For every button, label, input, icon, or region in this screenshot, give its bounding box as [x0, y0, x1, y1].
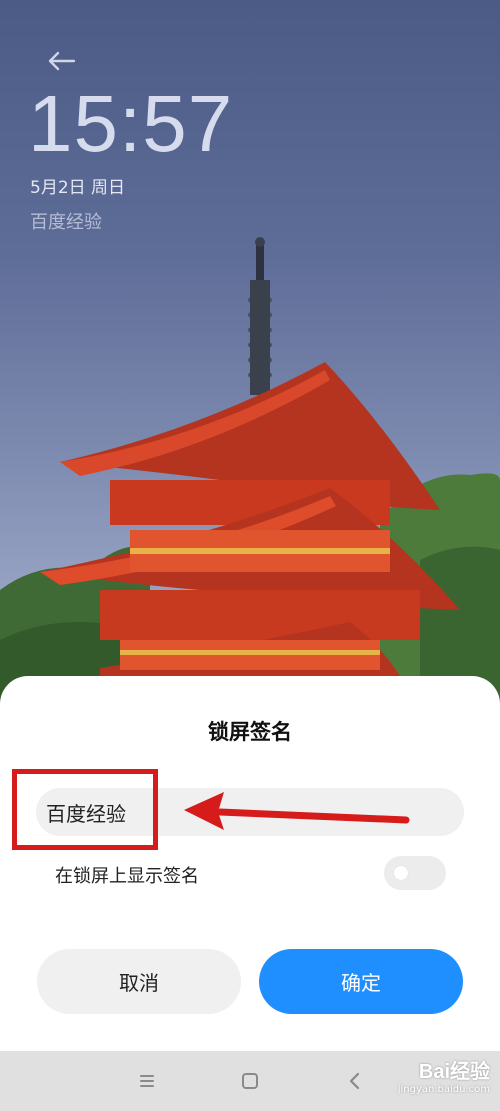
- lockscreen-signature-preview: 百度经验: [30, 212, 102, 233]
- annotation-highlight-box: [12, 769, 158, 850]
- back-arrow-icon[interactable]: [44, 44, 78, 78]
- dialog-title: 锁屏签名: [208, 720, 292, 744]
- show-signature-toggle[interactable]: [384, 856, 446, 890]
- system-navigation-bar: Bai经验 jingyan.baidu.com: [0, 1051, 500, 1111]
- cancel-button[interactable]: 取消: [37, 949, 241, 1014]
- baidu-watermark: Bai经验 jingyan.baidu.com: [398, 1055, 490, 1095]
- home-icon[interactable]: [238, 1069, 262, 1093]
- annotation-arrow: [184, 792, 410, 830]
- show-signature-label: 在锁屏上显示签名: [55, 866, 199, 887]
- toggle-knob: [394, 866, 408, 880]
- chevron-left-icon[interactable]: [343, 1069, 367, 1093]
- watermark-brand: Bai经验: [418, 1061, 490, 1083]
- menu-icon[interactable]: [135, 1069, 159, 1093]
- lockscreen-clock: 15:57: [28, 79, 234, 168]
- signature-dialog: 锁屏签名 在锁屏上显示签名 取消 确定: [0, 676, 500, 1051]
- confirm-button[interactable]: 确定: [259, 949, 463, 1014]
- watermark-url: jingyan.baidu.com: [397, 1084, 490, 1095]
- lockscreen-date: 5月2日 周日: [30, 178, 126, 198]
